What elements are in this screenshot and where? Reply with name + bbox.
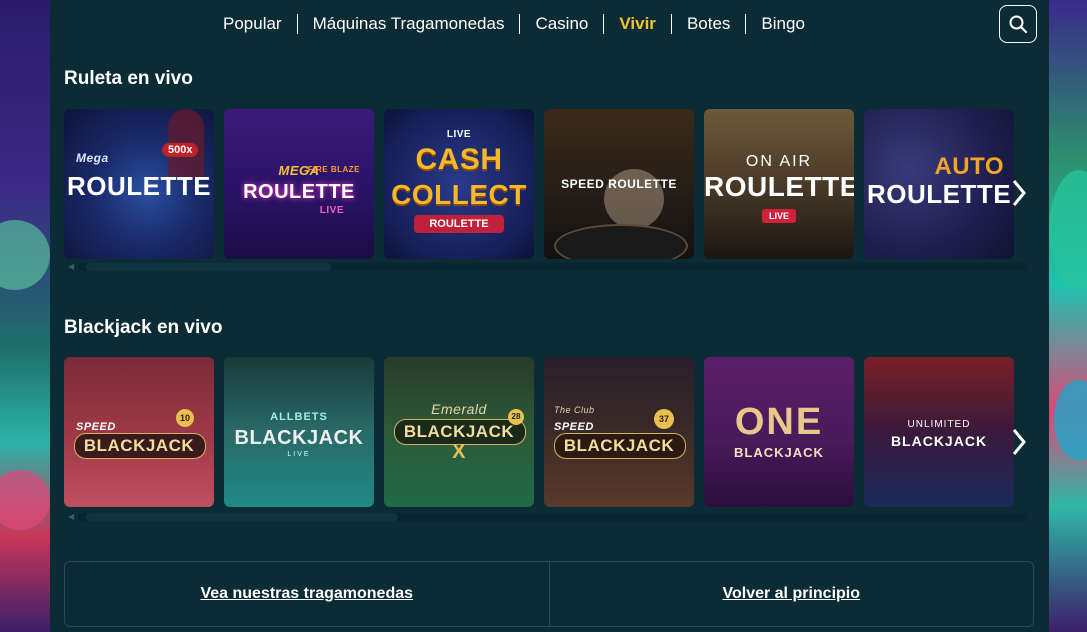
game-label-line2: BLACKJACK [234, 427, 364, 449]
top-navigation: Popular Máquinas Tragamonedas Casino Viv… [50, 0, 1049, 50]
game-label-line2: ROULETTE [243, 181, 355, 203]
nav-item-popular[interactable]: Popular [210, 14, 298, 34]
game-tile-cash-collect-roulette[interactable]: LIVE CASH COLLECT ROULETTE [384, 109, 534, 259]
game-label-line2: ROULETTE [704, 171, 854, 202]
nav-item-slots[interactable]: Máquinas Tragamonedas [298, 14, 521, 34]
nav-item-casino[interactable]: Casino [520, 14, 605, 34]
seats-badge: 37 [654, 409, 674, 429]
search-icon [1009, 15, 1028, 34]
game-label-line1: AUTO [934, 153, 1004, 180]
game-label-line2: BLACKJACK [890, 433, 988, 449]
roulette-scrollbar-thumb[interactable] [86, 263, 331, 271]
game-label-line2: ROULETTE [866, 179, 1012, 209]
roulette-games-carousel: Mega ROULETTE 500x MEGA ROULETTE LIVE FI… [64, 109, 1054, 259]
game-label-line2: ROULETTE [66, 171, 212, 201]
game-tile-speed-blackjack[interactable]: SPEED BLACKJACK 10 [64, 357, 214, 507]
game-label-line2: COLLECT [391, 179, 527, 210]
chevron-right-icon [1012, 429, 1026, 455]
game-label-line2: BLACKJACK [734, 445, 824, 460]
game-label-line1: SPEED [76, 421, 116, 433]
back-to-top-link[interactable]: Volver al principio [550, 562, 1034, 626]
scroll-left-icon[interactable]: ◀ [68, 262, 74, 271]
game-tile-auto-roulette[interactable]: AUTO ROULETTE [864, 109, 1014, 259]
game-tile-unlimited-blackjack[interactable]: UNLIMITED BLACKJACK [864, 357, 1014, 507]
game-label-tag: LIVE [446, 129, 472, 140]
game-label-line1: ON AIR [745, 153, 813, 170]
carousel-next-button[interactable] [1004, 422, 1034, 462]
game-label-line2: BLACKJACK [403, 422, 515, 441]
nav-item-live[interactable]: Vivir [604, 14, 672, 34]
blackjack-games-carousel: SPEED BLACKJACK 10 ALLBETS BLACKJACK LIV… [64, 357, 1054, 507]
game-label-sub: ROULETTE [414, 215, 504, 233]
game-tile-on-air-roulette[interactable]: ON AIR ROULETTE LIVE [704, 109, 854, 259]
nav-item-bingo[interactable]: Bingo [746, 14, 819, 34]
blackjack-scrollbar-thumb[interactable] [86, 513, 398, 521]
game-label-line1: SPEED ROULETTE [561, 177, 677, 191]
game-label-tag: FIRE BLAZE [307, 165, 360, 174]
multiplier-badge: 500x [162, 143, 199, 157]
section-title-roulette: Ruleta en vivo [64, 68, 193, 89]
game-label-line1: ALLBETS [270, 411, 328, 423]
game-label-tag: The Club [554, 405, 595, 415]
carousel-next-button[interactable] [1004, 173, 1034, 213]
game-label-line2: BLACKJACK [563, 436, 675, 455]
game-tile-one-blackjack[interactable]: ONE BLACKJACK [704, 357, 854, 507]
section-title-blackjack: Blackjack en vivo [64, 317, 223, 338]
game-label-line1: CASH [415, 143, 503, 176]
seats-badge: 10 [176, 409, 194, 427]
game-tile-mega-fire-blaze-roulette[interactable]: MEGA ROULETTE LIVE FIRE BLAZE [224, 109, 374, 259]
game-label-sub: LIVE [319, 205, 344, 216]
nav-item-jackpots[interactable]: Botes [672, 14, 747, 34]
game-label-line1: ONE [734, 401, 824, 443]
see-slots-link[interactable]: Vea nuestras tragamonedas [65, 562, 550, 626]
live-badge: LIVE [762, 209, 796, 223]
chevron-right-icon [1012, 180, 1026, 206]
game-label-sub: X [452, 441, 466, 463]
scroll-left-icon[interactable]: ◀ [68, 512, 74, 521]
game-tile-speed-roulette[interactable]: SPEED ROULETTE [544, 109, 694, 259]
game-tile-emerald-blackjack-x[interactable]: Emerald BLACKJACK X 28 [384, 357, 534, 507]
game-label-sub: LIVE [287, 451, 311, 458]
footer-links: Vea nuestras tragamonedas Volver al prin… [64, 561, 1034, 627]
search-button[interactable] [999, 5, 1037, 43]
game-tile-the-club-speed-blackjack[interactable]: The Club SPEED BLACKJACK 37 [544, 357, 694, 507]
game-tile-allbets-blackjack[interactable]: ALLBETS BLACKJACK LIVE [224, 357, 374, 507]
game-tile-mega-roulette[interactable]: Mega ROULETTE 500x [64, 109, 214, 259]
game-label-line2: BLACKJACK [83, 436, 195, 455]
left-decorative-background [0, 0, 50, 632]
seats-badge: 28 [508, 409, 524, 425]
game-label-line1: UNLIMITED [907, 419, 971, 430]
right-decorative-background [1049, 0, 1087, 632]
main-panel: Popular Máquinas Tragamonedas Casino Viv… [50, 0, 1049, 632]
